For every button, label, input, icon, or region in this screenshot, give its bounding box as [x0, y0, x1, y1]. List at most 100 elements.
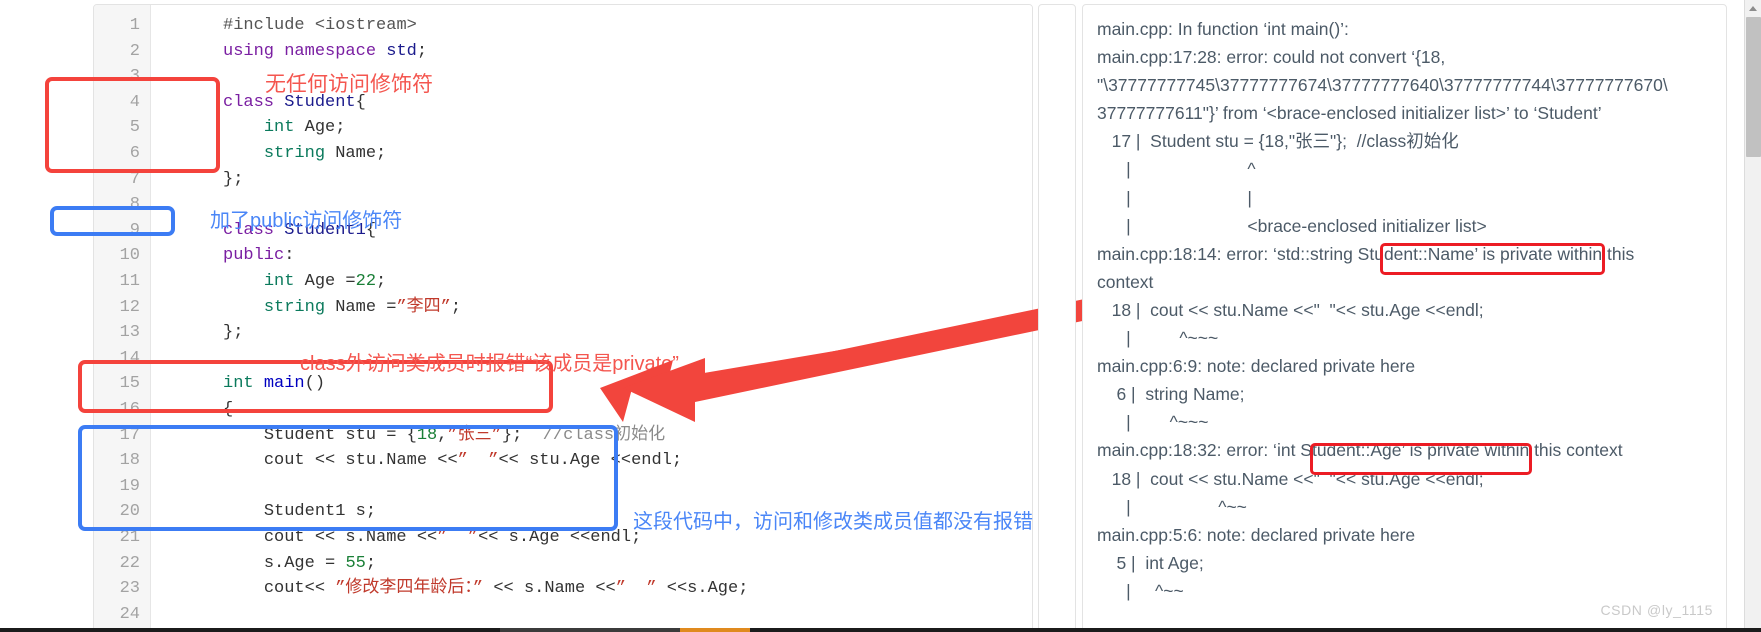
compiler-output-line: main.cpp:18:32: error: ‘int Student::Age…	[1097, 440, 1623, 461]
code-token: Student	[263, 425, 336, 445]
line-number: 14	[119, 348, 140, 368]
line-number: 8	[129, 195, 140, 215]
compiler-output-line: 17 | Student stu = {18,"张三"}; //class初始化	[1097, 131, 1459, 152]
annotation-no-error: 这段代码中，访问和修改类成员值都没有报错	[633, 511, 1033, 533]
code-token: {	[223, 400, 234, 419]
bottom-seg-2	[500, 628, 680, 632]
compiler-output-line: | ^~~	[1097, 496, 1247, 517]
compiler-output-line: 18 | cout << stu.Name <<" "<< stu.Age <<…	[1097, 468, 1484, 489]
code-content-area[interactable]: #include <iostream> using namespace std; …	[151, 5, 1032, 631]
line-number: 12	[119, 297, 140, 317]
code-token: ;	[416, 41, 428, 61]
code-line: s.Age = 55;	[223, 551, 376, 577]
code-token: ”李四”	[396, 297, 451, 317]
line-number: 11	[119, 272, 140, 291]
code-token: 18	[416, 425, 438, 445]
line-number: 24	[119, 604, 140, 624]
compiler-output-panel[interactable]: main.cpp: In function ‘int main()’: main.…	[1082, 4, 1727, 632]
scrollbar-thumb[interactable]	[1746, 17, 1761, 157]
code-token: << stu.Age <<	[498, 451, 632, 471]
compiler-output-line: 5 | int Age;	[1097, 552, 1204, 573]
code-line: };	[223, 167, 243, 193]
code-token: ”张三”	[447, 425, 502, 445]
line-number: 23	[119, 579, 140, 599]
bottom-seg-3	[680, 628, 750, 632]
code-token: ”修改李四年龄后：”	[335, 579, 484, 599]
code-line: #include <iostream>	[223, 13, 417, 39]
code-token: };	[501, 425, 543, 445]
code-token: string	[263, 297, 326, 317]
line-number: 20	[119, 502, 140, 522]
screenshot-root: #include <iostream> using namespace std; …	[0, 0, 1761, 632]
code-token: public	[223, 246, 285, 266]
code-token: stu = {	[335, 425, 417, 445]
line-number: 21	[119, 528, 140, 547]
code-token: << s.Age <<	[478, 528, 591, 547]
compiler-output-line: | ^~~~	[1097, 328, 1219, 349]
code-token: ;	[450, 297, 462, 317]
code-token: Student1 s;	[263, 502, 377, 522]
line-number: 22	[119, 553, 140, 573]
code-line: string Name =”李四”;	[223, 295, 461, 321]
code-line	[223, 602, 233, 628]
code-line: using namespace std;	[223, 39, 427, 65]
code-line: {	[223, 397, 233, 423]
code-token: ” ”	[615, 579, 657, 599]
secondary-panel	[1038, 4, 1076, 632]
code-token: };	[223, 169, 244, 189]
code-token: };	[223, 323, 244, 343]
code-token: <iostream>	[314, 16, 417, 35]
line-number: 6	[129, 144, 140, 163]
code-line: };	[223, 320, 243, 346]
code-line: Student stu = {18,”张三”}; //class初始化	[223, 423, 665, 449]
compiler-output-line: 6 | string Name;	[1097, 384, 1245, 405]
code-line	[223, 64, 233, 90]
scroll-up-arrow-icon[interactable]	[1745, 0, 1761, 17]
code-line: string Name;	[223, 141, 386, 167]
code-token: Name;	[325, 144, 387, 163]
code-token: #include	[223, 16, 315, 35]
line-number: 3	[129, 67, 140, 87]
code-editor-panel[interactable]: #include <iostream> using namespace std; …	[93, 4, 1033, 632]
watermark: CSDN @ly_1115	[1600, 602, 1713, 618]
line-number: 17	[119, 425, 140, 445]
code-token: <<s.Age;	[656, 579, 749, 599]
code-token: ()	[304, 374, 326, 394]
compiler-output-lines: main.cpp: In function ‘int main()’: main.…	[1097, 15, 1722, 605]
code-line	[223, 346, 233, 372]
line-number: 4	[129, 92, 140, 112]
compiler-output-line: main.cpp:18:14: error: ‘std::string Stud…	[1097, 243, 1635, 264]
code-line: cout << stu.Name <<” ”<< stu.Age <<endl;	[223, 448, 682, 474]
code-line: int Age =22;	[223, 269, 386, 295]
code-token: 22	[355, 272, 377, 291]
code-token: Age;	[294, 118, 346, 138]
bottom-seg-4	[750, 628, 1740, 632]
bottom-seg-1	[0, 628, 500, 632]
code-token: main	[263, 374, 305, 394]
code-token: ,	[437, 425, 448, 445]
code-token: int	[263, 118, 295, 138]
code-token: ;	[376, 272, 387, 291]
line-number: 1	[129, 16, 140, 35]
code-line: Student1 s;	[223, 499, 376, 525]
compiler-output-line: 18 | cout << stu.Name <<" "<< stu.Age <<…	[1097, 299, 1484, 320]
vertical-scrollbar[interactable]	[1744, 0, 1761, 632]
code-line: cout<< ”修改李四年龄后：” << s.Name <<” ” <<s.Ag…	[223, 576, 749, 602]
code-token: int	[223, 374, 254, 394]
code-token: cout << s.Name <<	[263, 528, 438, 547]
line-number: 15	[119, 374, 140, 394]
code-token: Age =	[294, 272, 356, 291]
annotation-private-error: class外访问类成员时报错“该成员是private”	[300, 353, 679, 375]
line-number: 5	[129, 118, 140, 138]
code-token: ” ”	[457, 451, 499, 471]
compiler-output-line: "\37777777745\37777777674\37777777640\37…	[1097, 75, 1668, 96]
compiler-output-line: | ^~~~	[1097, 412, 1209, 433]
